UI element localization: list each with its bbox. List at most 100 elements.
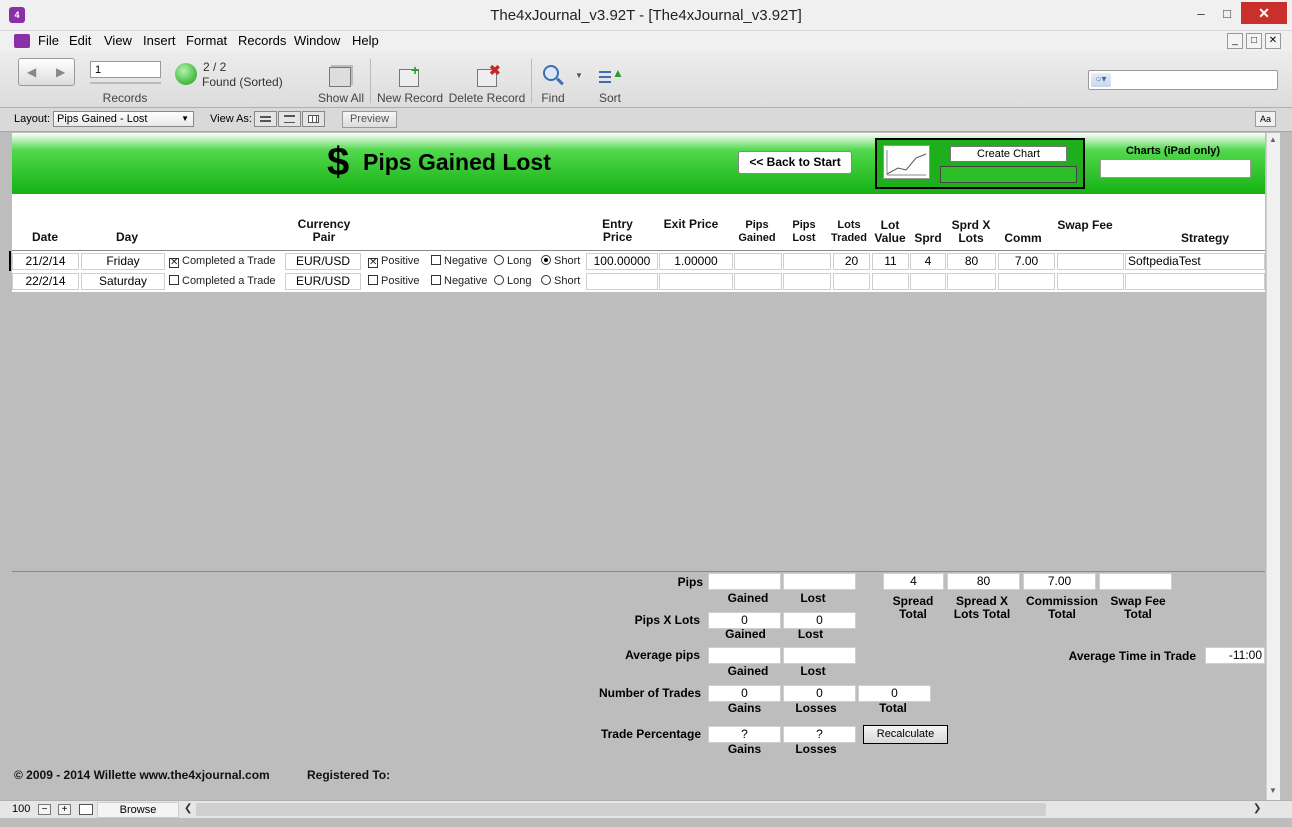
record-slider[interactable]	[90, 82, 161, 84]
entry-price-cell[interactable]	[586, 273, 658, 290]
exit-price-cell[interactable]: 1.00000	[659, 253, 733, 270]
checkbox-icon[interactable]	[431, 275, 441, 285]
pips-lost-cell[interactable]	[783, 273, 831, 290]
menu-format[interactable]: Format	[186, 33, 227, 48]
menu-view[interactable]: View	[104, 33, 132, 48]
average-pips-gained[interactable]	[708, 647, 781, 664]
checkbox-checked-icon[interactable]: ✕	[368, 258, 378, 268]
sprd-cell[interactable]: 4	[910, 253, 946, 270]
lots-traded-cell[interactable]: 20	[833, 253, 870, 270]
positive-checkbox[interactable]: Positive	[368, 275, 420, 287]
view-as-list-button[interactable]	[278, 111, 301, 127]
new-record-icon[interactable]: +	[399, 62, 419, 87]
radio-icon[interactable]	[494, 275, 504, 285]
mdi-minimize-button[interactable]: _	[1227, 33, 1243, 49]
text-size-button[interactable]: Aa	[1255, 111, 1276, 127]
minimize-button[interactable]: –	[1188, 4, 1214, 24]
exit-price-cell[interactable]	[659, 273, 733, 290]
spread-x-lots-total[interactable]: 80	[947, 573, 1020, 590]
vertical-scrollbar[interactable]: ▲ ▼	[1266, 133, 1280, 800]
trades-losses[interactable]: 0	[783, 685, 856, 702]
radio-icon[interactable]	[494, 255, 504, 265]
mdi-close-button[interactable]: ✕	[1265, 33, 1281, 49]
mdi-restore-button[interactable]: □	[1246, 33, 1262, 49]
layout-select[interactable]: Pips Gained - Lost ▼	[53, 111, 194, 127]
delete-record-icon[interactable]: ✖	[477, 62, 501, 87]
comm-cell[interactable]: 7.00	[998, 253, 1055, 270]
show-all-button[interactable]: Show All	[312, 91, 370, 105]
maximize-button[interactable]: □	[1214, 4, 1240, 24]
completed-checkbox[interactable]: Completed a Trade	[169, 275, 276, 287]
search-box[interactable]: ○▾	[1088, 70, 1278, 90]
lot-value-cell[interactable]: 11	[872, 253, 909, 270]
day-cell[interactable]: Friday	[81, 253, 165, 270]
date-cell[interactable]: 22/2/14	[12, 273, 79, 290]
negative-checkbox[interactable]: Negative	[431, 275, 487, 287]
positive-checkbox[interactable]: ✕ Positive	[368, 255, 420, 268]
spread-total[interactable]: 4	[883, 573, 944, 590]
close-button[interactable]: ✕	[1241, 2, 1287, 24]
search-icon[interactable]: ○▾	[1091, 73, 1111, 87]
create-chart-button[interactable]: Create Chart	[950, 146, 1067, 162]
entry-price-cell[interactable]: 100.00000	[586, 253, 658, 270]
find-button[interactable]: Find	[536, 91, 570, 105]
commission-total[interactable]: 7.00	[1023, 573, 1096, 590]
radio-icon[interactable]	[541, 275, 551, 285]
menu-help[interactable]: Help	[352, 33, 379, 48]
short-radio[interactable]: Short	[541, 255, 580, 267]
lots-traded-cell[interactable]	[833, 273, 870, 290]
percentage-losses[interactable]: ?	[783, 726, 856, 743]
long-radio[interactable]: Long	[494, 255, 531, 267]
show-all-icon[interactable]	[329, 67, 351, 87]
view-as-form-button[interactable]	[254, 111, 277, 127]
horizontal-scrollbar[interactable]	[196, 803, 1046, 816]
pips-lost-cell[interactable]	[783, 253, 831, 270]
table-row[interactable]: 21/2/14 Friday ✕ Completed a Trade EUR/US…	[12, 252, 1265, 272]
avg-time-value[interactable]: -11:00	[1205, 647, 1265, 664]
next-record-icon[interactable]: ▶	[56, 65, 65, 79]
charts-ipad-field[interactable]	[1100, 159, 1251, 178]
table-row[interactable]: 22/2/14 Saturday Completed a Trade EUR/U…	[12, 272, 1265, 292]
currency-pair-cell[interactable]: EUR/USD	[285, 273, 361, 290]
back-to-start-button[interactable]: << Back to Start	[738, 151, 852, 174]
search-input[interactable]	[1113, 72, 1273, 88]
percentage-gains[interactable]: ?	[708, 726, 781, 743]
completed-checkbox[interactable]: ✕ Completed a Trade	[169, 255, 276, 268]
trades-gains[interactable]: 0	[708, 685, 781, 702]
negative-checkbox[interactable]: Negative	[431, 255, 487, 267]
preview-button[interactable]: Preview	[342, 111, 397, 128]
view-as-table-button[interactable]	[302, 111, 325, 127]
record-number-input[interactable]	[90, 61, 161, 78]
zoom-level[interactable]: 100	[12, 803, 30, 815]
checkbox-icon[interactable]	[368, 275, 378, 285]
zoom-in-button[interactable]: +	[58, 804, 71, 815]
book-navigator[interactable]: ◀ ▶	[18, 58, 75, 86]
scroll-right-icon[interactable]: ❯	[1253, 803, 1261, 814]
scroll-up-icon[interactable]: ▲	[1269, 135, 1277, 144]
pips-gained-total[interactable]	[708, 573, 781, 590]
sprd-x-lots-cell[interactable]: 80	[947, 253, 996, 270]
lot-value-cell[interactable]	[872, 273, 909, 290]
sort-icon[interactable]: ▲	[599, 67, 624, 87]
scroll-left-icon[interactable]: ❮	[184, 803, 192, 814]
radio-selected-icon[interactable]	[541, 255, 551, 265]
short-radio[interactable]: Short	[541, 275, 580, 287]
menu-file[interactable]: File	[38, 33, 59, 48]
delete-record-button[interactable]: Delete Record	[447, 91, 527, 105]
menu-records[interactable]: Records	[238, 33, 286, 48]
comm-cell[interactable]	[998, 273, 1055, 290]
pips-gained-cell[interactable]	[734, 273, 782, 290]
day-cell[interactable]: Saturday	[81, 273, 165, 290]
sort-button[interactable]: Sort	[592, 91, 628, 105]
strategy-cell[interactable]	[1125, 273, 1265, 290]
checkbox-icon[interactable]	[431, 255, 441, 265]
sprd-cell[interactable]	[910, 273, 946, 290]
toggle-status-area-icon[interactable]	[79, 804, 93, 815]
pips-lost-total[interactable]	[783, 573, 856, 590]
swap-fee-cell[interactable]	[1057, 273, 1124, 290]
average-pips-lost[interactable]	[783, 647, 856, 664]
checkbox-icon[interactable]	[169, 275, 179, 285]
menu-edit[interactable]: Edit	[69, 33, 91, 48]
zoom-out-button[interactable]: −	[38, 804, 51, 815]
date-cell[interactable]: 21/2/14	[12, 253, 79, 270]
